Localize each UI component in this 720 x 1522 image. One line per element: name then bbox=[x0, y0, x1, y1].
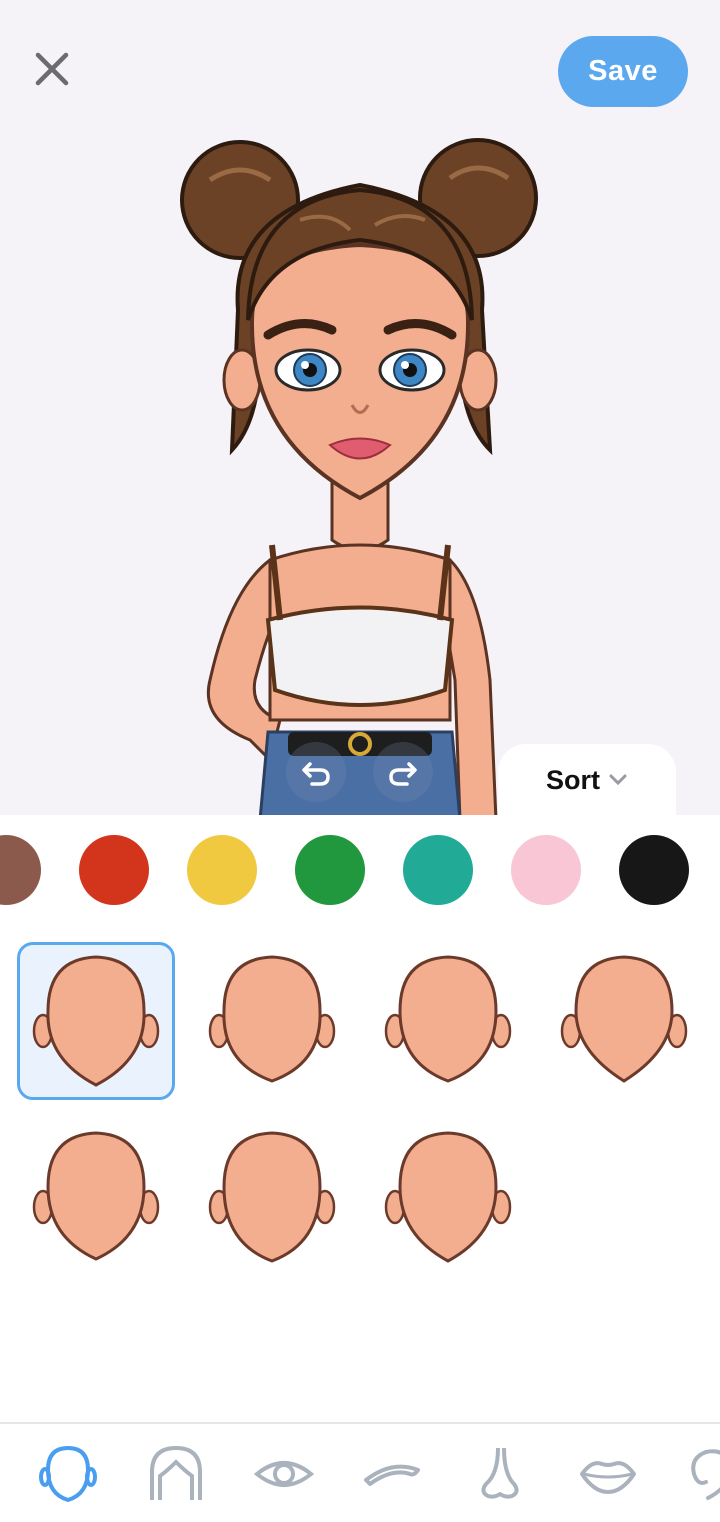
color-swatch-pink[interactable] bbox=[511, 835, 581, 905]
face-shape-icon bbox=[32, 1131, 160, 1261]
face-shape-option[interactable] bbox=[545, 942, 703, 1100]
ear-icon bbox=[691, 1449, 720, 1500]
sort-button[interactable]: Sort bbox=[498, 744, 676, 815]
face-shape-option[interactable] bbox=[17, 942, 175, 1100]
eye-icon bbox=[254, 1461, 314, 1487]
face-shape-option[interactable] bbox=[369, 942, 527, 1100]
bottom-nav bbox=[0, 1422, 720, 1522]
nav-eyebrows[interactable] bbox=[360, 1442, 424, 1506]
eyebrow-icon bbox=[364, 1464, 420, 1486]
face-shape-option[interactable] bbox=[369, 1118, 527, 1276]
avatar-preview: Save Sort bbox=[0, 0, 720, 815]
face-shape-icon bbox=[208, 955, 336, 1083]
chevron-down-icon bbox=[609, 774, 627, 786]
nav-eyes[interactable] bbox=[252, 1442, 316, 1506]
nav-hair[interactable] bbox=[144, 1442, 208, 1506]
color-swatch-teal[interactable] bbox=[403, 835, 473, 905]
nose-icon bbox=[481, 1447, 519, 1499]
face-shape-icon bbox=[560, 955, 688, 1083]
face-shape-icon bbox=[384, 955, 512, 1083]
face-shape-option[interactable] bbox=[17, 1118, 175, 1276]
color-swatch-brown[interactable] bbox=[0, 835, 41, 905]
face-shape-icon bbox=[32, 955, 160, 1087]
avatar-illustration bbox=[180, 138, 538, 815]
nav-face[interactable] bbox=[36, 1442, 100, 1506]
color-swatch-green[interactable] bbox=[295, 835, 365, 905]
nav-ears[interactable] bbox=[684, 1442, 720, 1506]
face-shape-option[interactable] bbox=[193, 1118, 351, 1276]
color-palette bbox=[0, 815, 720, 925]
face-shape-icon bbox=[208, 1131, 336, 1263]
nav-lips[interactable] bbox=[576, 1442, 640, 1506]
close-button[interactable] bbox=[28, 45, 76, 93]
undo-button[interactable] bbox=[286, 742, 346, 802]
redo-button[interactable] bbox=[373, 742, 433, 802]
color-swatch-yellow[interactable] bbox=[187, 835, 257, 905]
redo-icon bbox=[389, 762, 417, 786]
color-swatch-red[interactable] bbox=[79, 835, 149, 905]
color-swatch-black[interactable] bbox=[619, 835, 689, 905]
face-shape-icon bbox=[384, 1131, 512, 1263]
undo-icon bbox=[302, 762, 330, 786]
lips-icon bbox=[580, 1461, 636, 1494]
save-button[interactable]: Save bbox=[558, 36, 688, 107]
sort-label: Sort bbox=[546, 764, 600, 795]
nav-nose[interactable] bbox=[468, 1442, 532, 1506]
face-shape-option[interactable] bbox=[193, 942, 351, 1100]
face-icon bbox=[39, 1445, 97, 1503]
close-icon bbox=[35, 52, 69, 86]
hair-icon bbox=[150, 1445, 202, 1500]
